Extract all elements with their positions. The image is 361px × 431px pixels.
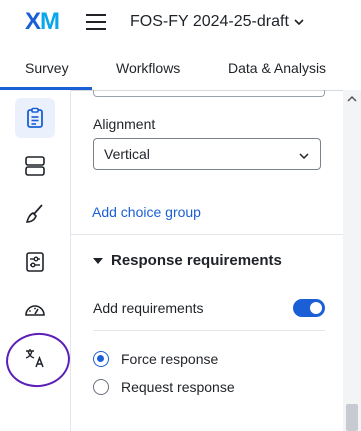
question-settings-panel: Alignment Vertical Add choice group Resp…: [71, 90, 343, 431]
request-response-label: Request response: [121, 379, 235, 395]
tab-data-analysis[interactable]: Data & Analysis: [228, 60, 326, 76]
layout-blocks-icon: [25, 156, 45, 176]
response-requirements-title: Response requirements: [111, 252, 282, 269]
scroll-thumb[interactable]: [346, 404, 358, 431]
add-requirements-label: Add requirements: [93, 300, 204, 316]
alignment-select[interactable]: Vertical: [93, 138, 321, 170]
force-response-label: Force response: [121, 351, 219, 367]
paintbrush-icon: [25, 204, 43, 223]
rail-blocks-button[interactable]: [15, 146, 55, 186]
force-response-option[interactable]: Force response: [93, 349, 218, 369]
divider: [93, 330, 325, 331]
project-title-dropdown[interactable]: FOS-FY 2024-25-draft: [130, 13, 305, 31]
logo-x: X: [25, 8, 41, 35]
tab-workflows[interactable]: Workflows: [116, 60, 180, 76]
response-requirements-header[interactable]: Response requirements: [93, 252, 282, 269]
previous-field-bottom: [93, 90, 325, 97]
request-response-radio[interactable]: [93, 379, 109, 395]
sliders-icon: [26, 252, 44, 272]
chevron-down-icon: [294, 19, 304, 26]
project-title: FOS-FY 2024-25-draft: [130, 13, 289, 30]
gauge-icon: [25, 305, 45, 316]
force-response-radio[interactable]: [93, 351, 109, 367]
add-requirements-toggle[interactable]: [293, 299, 325, 317]
collapse-triangle-icon: [93, 257, 103, 264]
section-divider: [71, 234, 343, 235]
rail-survey-options-button[interactable]: [15, 242, 55, 282]
request-response-option[interactable]: Request response: [93, 377, 235, 397]
tab-survey[interactable]: Survey: [25, 60, 69, 76]
panel-scrollbar[interactable]: [343, 90, 361, 431]
scroll-up-icon[interactable]: [347, 94, 357, 104]
logo-m: M: [40, 8, 60, 35]
alignment-label: Alignment: [93, 116, 156, 132]
rail-look-and-feel-button[interactable]: [15, 194, 55, 234]
top-header: XM FOS-FY 2024-25-draft: [0, 0, 361, 46]
alignment-value: Vertical: [104, 146, 150, 162]
hamburger-menu-icon[interactable]: [86, 14, 106, 30]
rail-survey-button[interactable]: [15, 98, 55, 138]
xm-logo[interactable]: XM: [25, 8, 60, 36]
chevron-down-icon: [299, 153, 309, 160]
rail-tools-button[interactable]: [15, 290, 55, 330]
clipboard-icon: [27, 107, 43, 128]
main-tabs: Survey Workflows Data & Analysis: [0, 46, 361, 91]
add-choice-group-link[interactable]: Add choice group: [92, 204, 201, 220]
add-requirements-row: Add requirements: [93, 299, 325, 328]
